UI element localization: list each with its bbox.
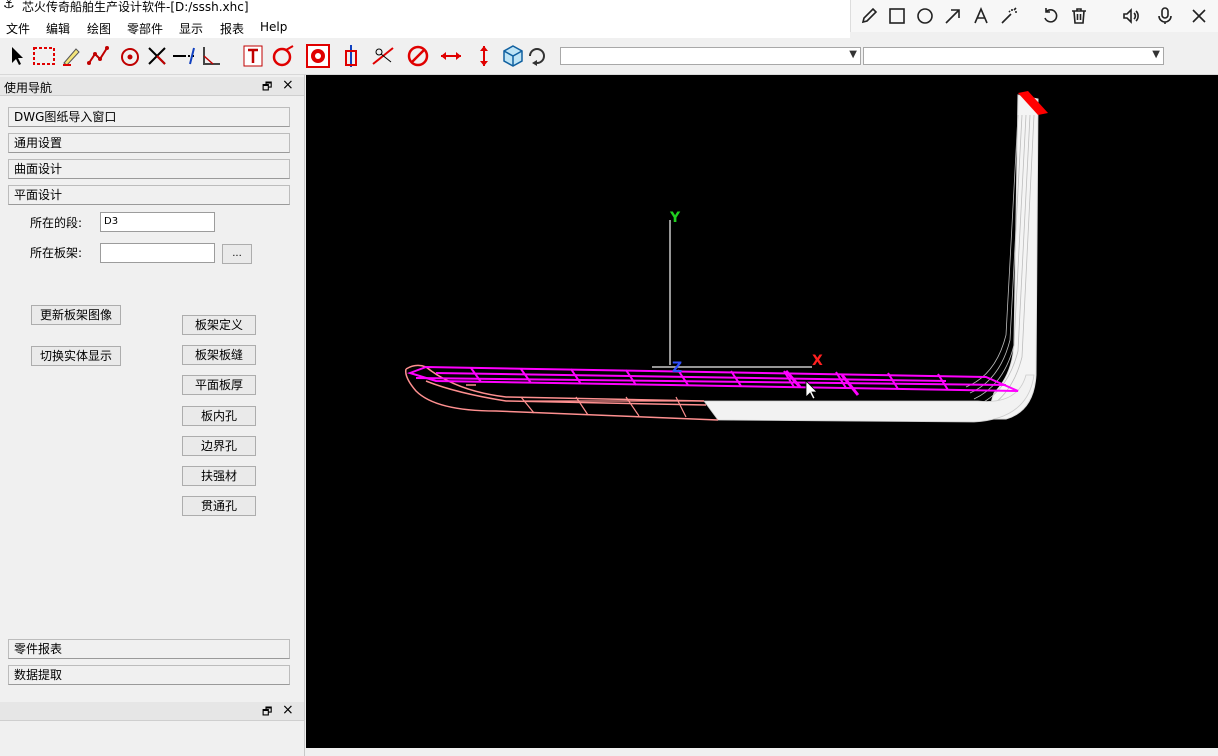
close-icon[interactable] [1187, 4, 1211, 28]
through-hole-button[interactable]: 贯通孔 [182, 496, 256, 516]
restore-icon[interactable]: 🗗 [262, 78, 272, 97]
section-dwg-import[interactable]: DWG图纸导入窗口 [8, 107, 290, 127]
secondary-panel-header: 🗗 × [0, 702, 304, 721]
horizontal-dimension-icon[interactable] [438, 42, 464, 70]
section-general-settings[interactable]: 通用设置 [8, 133, 290, 153]
trash-icon[interactable] [1067, 4, 1091, 28]
magic-wand-icon[interactable] [997, 4, 1021, 28]
3d-cube-icon[interactable] [500, 42, 526, 70]
menu-parts[interactable]: 零部件 [127, 20, 163, 37]
restore-icon[interactable]: 🗗 [262, 703, 272, 722]
app-anchor-icon: ⚓ [3, 0, 15, 12]
menu-edit[interactable]: 编辑 [46, 20, 70, 37]
extend-line-icon[interactable] [171, 42, 197, 70]
menu-bar: 文件 编辑 绘图 零部件 显示 报表 Help [0, 18, 850, 38]
frame-seam-button[interactable]: 板架板缝 [182, 345, 256, 365]
undo-icon[interactable] [1039, 4, 1063, 28]
menu-file[interactable]: 文件 [6, 20, 30, 37]
update-frame-image-button[interactable]: 更新板架图像 [31, 305, 121, 325]
chevron-down-icon: ▼ [1152, 49, 1160, 60]
magenta-frame-grid [406, 365, 1019, 392]
annotation-toolbar [850, 0, 1218, 32]
arrow-icon[interactable] [941, 4, 965, 28]
z-axis-label: Z [672, 360, 682, 376]
view-combo[interactable]: ▼ [863, 47, 1164, 65]
title-bar: ⚓ 芯火传奇船舶生产设计软件-[D:/sssh.xhc] [0, 0, 850, 18]
menu-report[interactable]: 报表 [220, 20, 244, 37]
menu-draw[interactable]: 绘图 [87, 20, 111, 37]
stiffener-button[interactable]: 扶强材 [182, 466, 256, 486]
microphone-icon[interactable] [1153, 4, 1177, 28]
close-icon[interactable]: × [282, 702, 294, 718]
frame-input[interactable] [100, 243, 215, 263]
hull-model-drawing: Y X Z [404, 91, 1048, 423]
x-axis-label: X [812, 353, 823, 369]
boundary-hole-button[interactable]: 边界孔 [182, 436, 256, 456]
pencil-icon[interactable] [857, 4, 881, 28]
vertical-split-icon[interactable] [338, 42, 364, 70]
cut-line-icon[interactable] [370, 42, 396, 70]
main-toolbar: ▼ ▼ [0, 38, 1218, 75]
dimension-corner-icon[interactable] [198, 42, 224, 70]
section-plane-design[interactable]: 平面设计 [8, 185, 290, 205]
chevron-down-icon: ▼ [849, 49, 857, 60]
segment-input[interactable]: D3 [100, 212, 215, 232]
nav-panel-header: 使用导航 🗗 × [0, 77, 304, 96]
cross-lines-icon[interactable] [144, 42, 170, 70]
text-tool-icon[interactable] [240, 42, 266, 70]
close-icon[interactable]: × [282, 77, 294, 93]
polyline-icon[interactable] [85, 42, 111, 70]
3d-viewport[interactable]: Y X Z [306, 75, 1218, 748]
side-shell-surface [985, 94, 1039, 420]
section-surface-design[interactable]: 曲面设计 [8, 159, 290, 179]
vertical-dimension-icon[interactable] [471, 42, 497, 70]
menu-help[interactable]: Help [260, 20, 287, 34]
rotate-view-icon[interactable] [524, 42, 550, 70]
menu-display[interactable]: 显示 [179, 20, 203, 37]
select-arrow-icon[interactable] [4, 42, 30, 70]
toggle-solid-display-button[interactable]: 切换实体显示 [31, 346, 121, 366]
speaker-icon[interactable] [1119, 4, 1143, 28]
browse-frame-button[interactable]: ... [222, 244, 252, 264]
status-strip [306, 748, 1218, 756]
rectangle-icon[interactable] [885, 4, 909, 28]
inner-hole-button[interactable]: 板内孔 [182, 406, 256, 426]
section-data-extract[interactable]: 数据提取 [8, 665, 290, 685]
y-axis-label: Y [669, 210, 681, 226]
nav-panel-title: 使用导航 [4, 81, 53, 95]
point-circle-icon[interactable] [117, 42, 143, 70]
navigation-panel: 使用导航 🗗 × DWG图纸导入窗口 通用设置 曲面设计 平面设计 所在的段: … [0, 75, 305, 756]
section-parts-report[interactable]: 零件报表 [8, 639, 290, 659]
frame-label: 所在板架: [30, 246, 83, 260]
circle-icon[interactable] [913, 4, 937, 28]
eraser-pen-icon[interactable] [58, 42, 84, 70]
window-title: 芯火传奇船舶生产设计软件-[D:/sssh.xhc] [22, 0, 249, 14]
frame-definition-button[interactable]: 板架定义 [182, 315, 256, 335]
circle-tool-icon[interactable] [270, 42, 296, 70]
no-entry-circle-icon[interactable] [405, 42, 431, 70]
text-icon[interactable] [969, 4, 993, 28]
plane-thickness-button[interactable]: 平面板厚 [182, 375, 256, 395]
segment-label: 所在的段: [30, 216, 83, 230]
hole-tool-icon[interactable] [305, 42, 331, 70]
box-select-icon[interactable] [31, 42, 57, 70]
layer-combo[interactable]: ▼ [560, 47, 861, 65]
